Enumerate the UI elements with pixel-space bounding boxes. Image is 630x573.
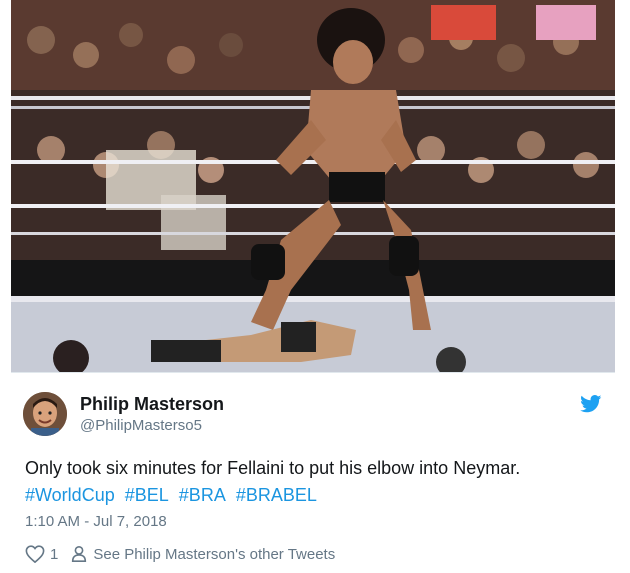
tweet-timestamp[interactable]: 1:10 AM - Jul 7, 2018 xyxy=(25,513,167,530)
hashtag-link[interactable]: #BRA xyxy=(179,485,226,505)
heart-icon[interactable] xyxy=(25,545,45,564)
author-name[interactable]: Philip Masterson xyxy=(80,394,224,415)
profile-tweets-link[interactable]: See Philip Masterson's other Tweets xyxy=(93,546,335,563)
twitter-bird-icon[interactable] xyxy=(580,395,602,413)
avatar[interactable] xyxy=(23,392,67,436)
hashtag-link[interactable]: #WorldCup xyxy=(25,485,115,505)
person-icon xyxy=(70,545,88,563)
wrestling-ring-photo xyxy=(11,0,615,372)
tweet-actions: 1 See Philip Masterson's other Tweets xyxy=(25,545,335,564)
tweet-text: Only took six minutes for Fellaini to pu… xyxy=(25,455,615,509)
media-divider xyxy=(11,372,615,373)
author-handle[interactable]: @PhilipMasterso5 xyxy=(80,417,202,434)
like-count[interactable]: 1 xyxy=(50,546,58,563)
hashtag-link[interactable]: #BRABEL xyxy=(236,485,317,505)
tweet-card: Philip Masterson @PhilipMasterso5 Only t… xyxy=(0,0,630,573)
avatar-image xyxy=(23,392,67,436)
hashtag-list: #WorldCup #BEL #BRA #BRABEL xyxy=(25,482,615,509)
tweet-photo[interactable] xyxy=(11,0,615,372)
tweet-body: Only took six minutes for Fellaini to pu… xyxy=(25,458,521,478)
hashtag-link[interactable]: #BEL xyxy=(125,485,169,505)
